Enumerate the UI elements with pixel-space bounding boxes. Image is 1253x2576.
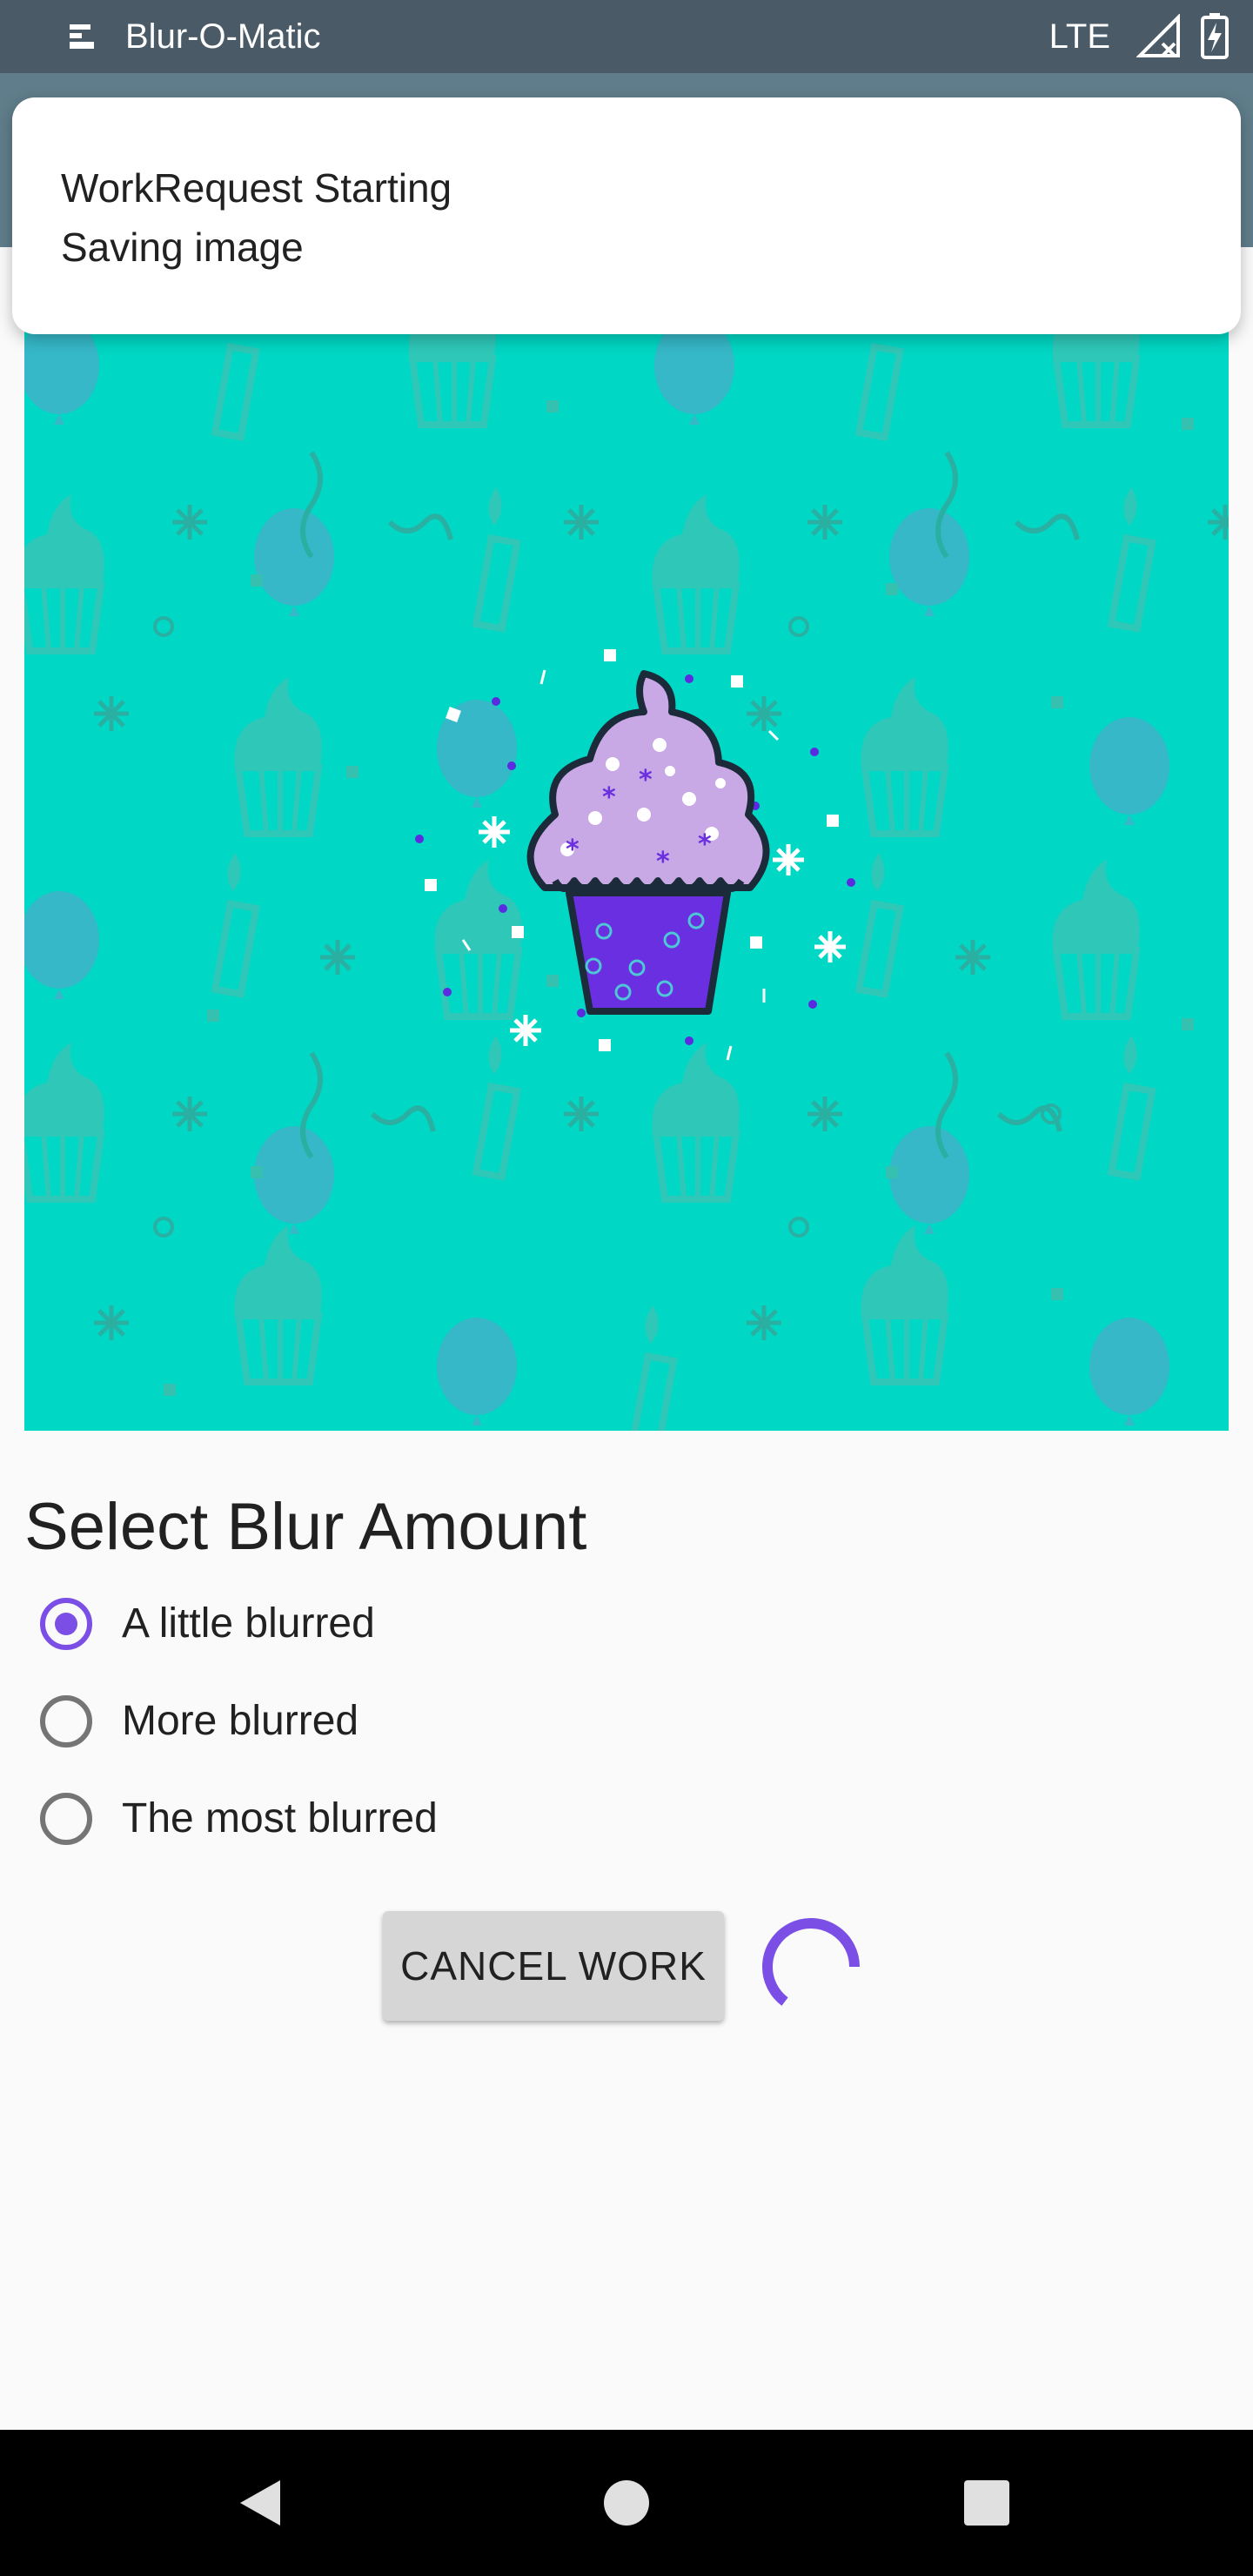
svg-text:*: * [698,829,712,860]
system-nav-bar [0,2430,1253,2576]
status-app-name: Blur-O-Matic [125,17,321,56]
notification-toast[interactable]: WorkRequest Starting Saving image [12,97,1241,334]
radio-button-checked[interactable] [40,1598,92,1650]
radio-label: More blurred [122,1698,359,1744]
svg-text:*: * [639,765,653,795]
cupcake-illustration: * * * * * [24,331,1229,1431]
notification-title: WorkRequest Starting [61,165,452,211]
blur-amount-title: Select Blur Amount [24,1490,587,1564]
cancel-work-button[interactable]: CANCEL WORK [383,1911,724,2021]
radio-most-blurred[interactable]: The most blurred [40,1782,649,1855]
radio-button-unchecked[interactable] [40,1695,92,1748]
notification-icon [70,24,94,49]
radio-label: A little blurred [122,1600,375,1647]
radio-label: The most blurred [122,1795,438,1841]
svg-text:*: * [602,782,616,813]
recents-icon[interactable] [948,2465,1025,2541]
notification-text: Saving image [61,225,304,270]
radio-dot [55,1613,77,1635]
radio-little-blurred[interactable]: A little blurred [40,1587,649,1660]
status-bar: Blur-O-Matic LTE [0,0,1253,73]
radio-button-unchecked[interactable] [40,1793,92,1845]
network-type: LTE [1049,17,1110,56]
radio-more-blurred[interactable]: More blurred [40,1685,649,1758]
svg-text:*: * [656,847,670,877]
svg-text:*: * [566,835,580,865]
signal-icon [1136,14,1180,57]
progress-spinner [762,1918,860,2006]
selected-image: * * * * * [24,331,1229,1431]
back-icon[interactable] [223,2465,299,2541]
home-icon[interactable] [588,2465,665,2541]
battery-charging-icon [1201,13,1229,59]
